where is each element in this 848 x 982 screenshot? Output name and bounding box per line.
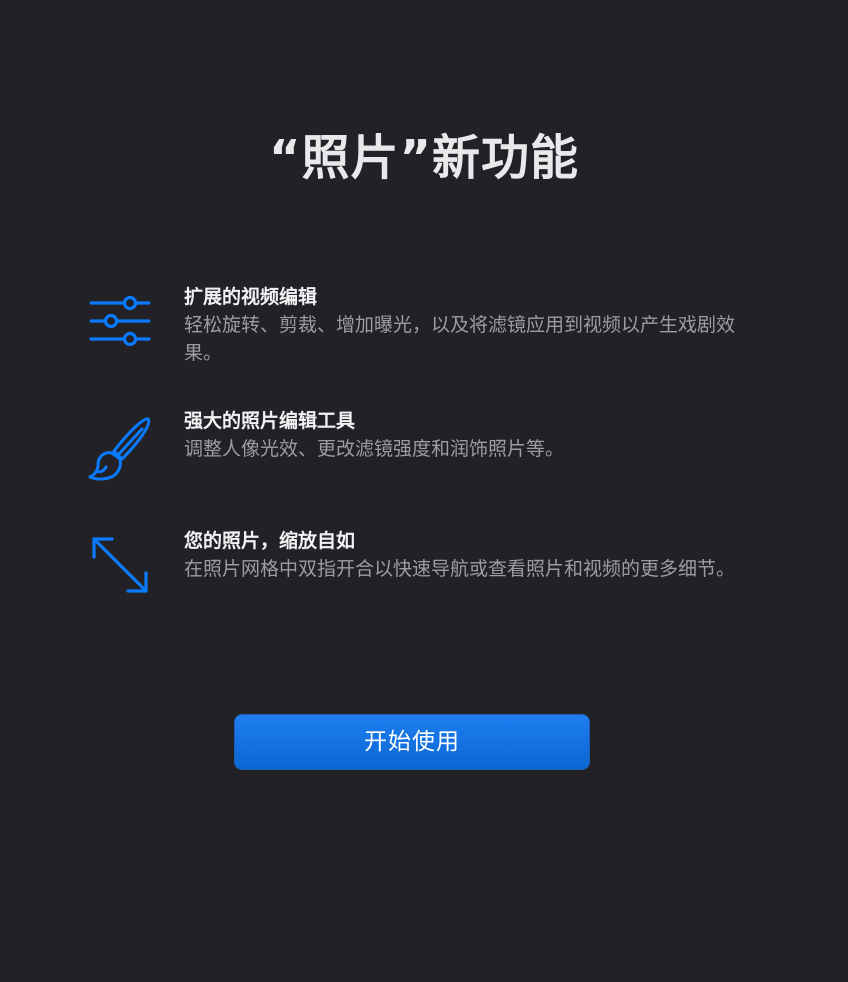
- feature-description: 在照片网格中双指开合以快速导航或查看照片和视频的更多细节。: [184, 558, 736, 580]
- paintbrush-icon: [88, 417, 151, 481]
- expand-arrows-icon: [92, 537, 148, 593]
- feature-title: 强大的照片编辑工具: [184, 410, 356, 432]
- start-button[interactable]: 开始使用: [234, 714, 590, 770]
- page-title: “照片”新功能: [268, 130, 580, 186]
- sliders-icon: [89, 295, 151, 347]
- feature-description: 调整人像光效、更改滤镜强度和润饰照片等。: [184, 438, 565, 460]
- feature-title: 您的照片，缩放自如: [184, 530, 356, 552]
- feature-title: 扩展的视频编辑: [184, 286, 318, 308]
- feature-description: 轻松旋转、剪裁、增加曝光，以及将滤镜应用到视频以产生戏剧效果。: [184, 314, 736, 364]
